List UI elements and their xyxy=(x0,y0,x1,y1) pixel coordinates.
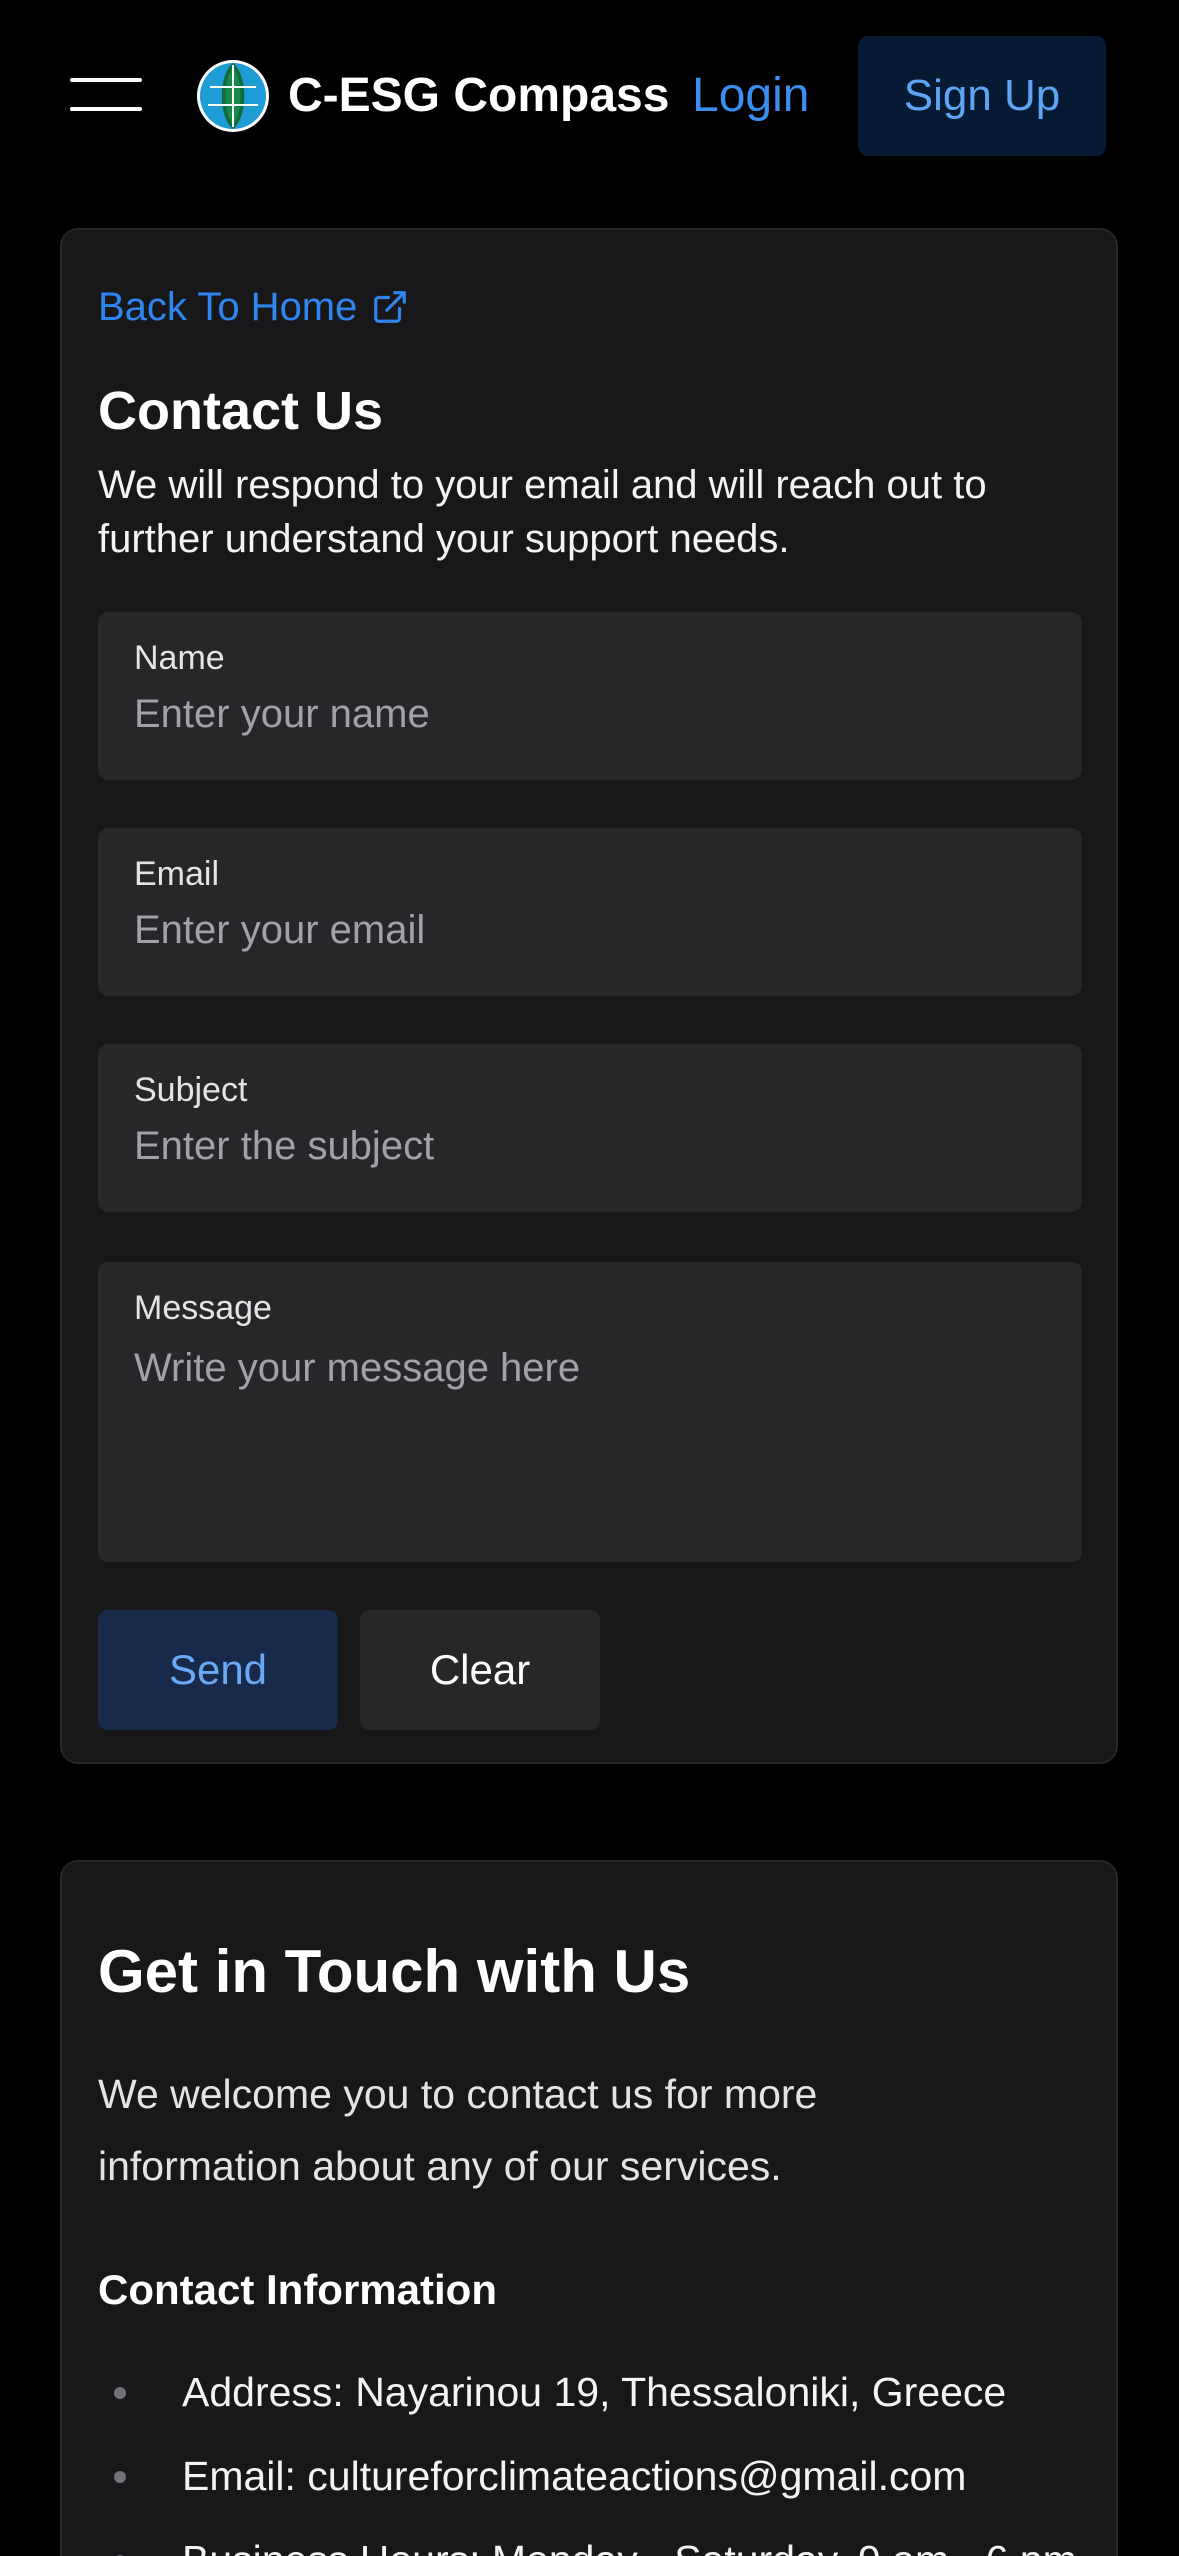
email-input[interactable] xyxy=(134,904,1054,956)
name-label: Name xyxy=(134,639,225,677)
bullet-icon xyxy=(114,2471,126,2483)
page-title: Contact Us xyxy=(98,381,384,441)
menu-icon[interactable] xyxy=(70,78,144,114)
brand-title[interactable]: C-ESG Compass xyxy=(288,66,669,126)
bullet-icon xyxy=(114,2387,126,2399)
contact-card: Back To Home Contact Us We will respond … xyxy=(60,228,1118,1764)
globe-logo-icon[interactable] xyxy=(196,59,270,133)
list-item: Email: cultureforclimateactions@gmail.co… xyxy=(98,2434,1098,2518)
address-text: Address: Nayarinou 19, Thessaloniki, Gre… xyxy=(182,2369,1007,2415)
subject-input[interactable] xyxy=(134,1120,1054,1172)
business-hours-text: Business Hours: Monday - Saturday, 9 am … xyxy=(182,2537,1077,2556)
top-navbar: C-ESG Compass Login Sign Up xyxy=(0,0,1179,190)
get-in-touch-title: Get in Touch with Us xyxy=(98,1938,691,2005)
message-textarea[interactable] xyxy=(134,1342,1054,1522)
get-in-touch-description: We welcome you to contact us for more in… xyxy=(98,2071,818,2189)
list-item: Business Hours: Monday - Saturday, 9 am … xyxy=(98,2518,1098,2556)
email-field: Email xyxy=(98,828,1082,996)
name-input[interactable] xyxy=(134,688,1054,740)
contact-information-heading: Contact Information xyxy=(98,2266,497,2313)
send-button[interactable]: Send xyxy=(98,1610,338,1730)
login-link[interactable]: Login xyxy=(692,66,809,126)
clear-button[interactable]: Clear xyxy=(360,1610,600,1730)
get-in-touch-card: Get in Touch with Us We welcome you to c… xyxy=(60,1860,1118,2556)
message-label: Message xyxy=(134,1289,272,1327)
back-to-home-label: Back To Home xyxy=(98,285,358,329)
contact-description: We will respond to your email and will r… xyxy=(98,463,987,561)
message-field: Message xyxy=(98,1262,1082,1562)
email-label: Email xyxy=(134,855,220,893)
contact-information-list: Address: Nayarinou 19, Thessaloniki, Gre… xyxy=(98,2350,1098,2556)
back-to-home-link[interactable]: Back To Home xyxy=(98,282,409,332)
sign-up-button[interactable]: Sign Up xyxy=(858,36,1106,156)
subject-field: Subject xyxy=(98,1044,1082,1212)
email-text: Email: cultureforclimateactions@gmail.co… xyxy=(182,2453,967,2499)
list-item: Address: Nayarinou 19, Thessaloniki, Gre… xyxy=(98,2350,1098,2434)
name-field: Name xyxy=(98,612,1082,780)
external-link-icon xyxy=(374,291,407,323)
subject-label: Subject xyxy=(134,1071,248,1109)
